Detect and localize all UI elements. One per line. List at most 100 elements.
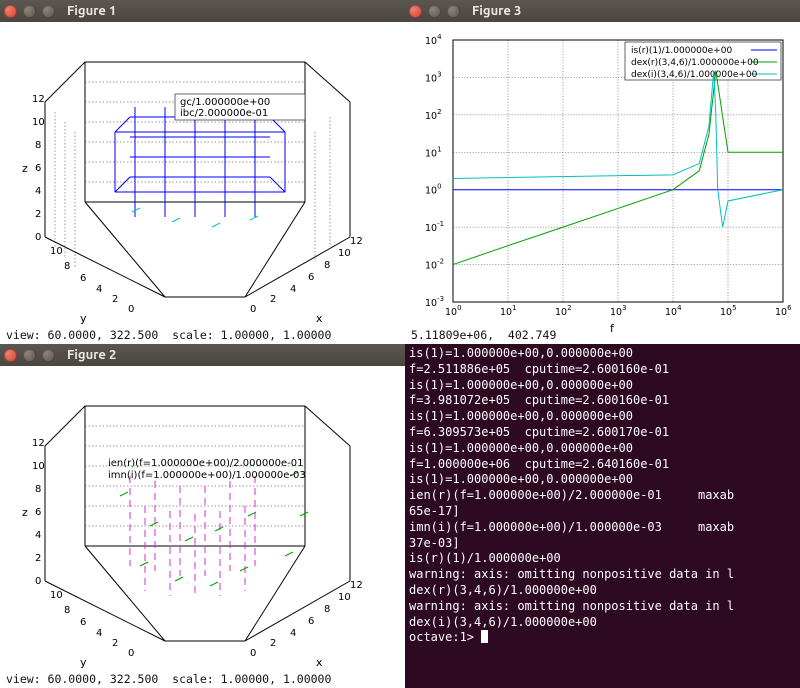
svg-text:12: 12 xyxy=(350,580,363,591)
figure-2-title: Figure 2 xyxy=(67,348,116,362)
close-icon[interactable] xyxy=(4,349,17,362)
fig2-caption-1: ien(r)(f=1.000000e+00)/2.000000e-01 xyxy=(108,458,303,469)
figure-1-status: view: 60.0000, 322.500 scale: 1.00000, 1… xyxy=(6,328,331,342)
fig3-legend-c: dex(i)(3,4,6)/1.000000e+00 xyxy=(631,70,758,80)
figure-3-plot[interactable]: 100 101 102 103 104 105 106 10-3 10-2 10-1 100 101… xyxy=(405,22,800,344)
maximize-icon[interactable] xyxy=(447,5,460,18)
svg-text:2: 2 xyxy=(112,294,118,305)
svg-text:10: 10 xyxy=(50,246,63,257)
close-icon[interactable] xyxy=(409,5,422,18)
svg-text:6: 6 xyxy=(80,617,86,628)
figure-1-svg: 0 2 4 6 8 10 12 10 8 6 4 2 0 0 2 4 6 8 1… xyxy=(0,22,405,344)
svg-text:104: 104 xyxy=(665,304,682,318)
fig2-zlabel: z xyxy=(22,506,28,519)
svg-text:6: 6 xyxy=(308,616,314,627)
svg-text:6: 6 xyxy=(35,163,41,174)
fig1-ylabel: y xyxy=(80,312,87,325)
figure-2-svg: 0 2 4 6 8 10 12 10 8 6 4 2 0 0 2 4 6 8 1… xyxy=(0,366,405,688)
svg-text:2: 2 xyxy=(35,553,41,564)
figure-1-plot[interactable]: 0 2 4 6 8 10 12 10 8 6 4 2 0 0 2 4 6 8 1… xyxy=(0,22,405,344)
figure-2-plot[interactable]: 0 2 4 6 8 10 12 10 8 6 4 2 0 0 2 4 6 8 1… xyxy=(0,366,405,688)
svg-text:8: 8 xyxy=(35,140,41,151)
fig1-xlabel: x xyxy=(316,312,323,325)
svg-text:8: 8 xyxy=(64,605,70,616)
maximize-icon[interactable] xyxy=(42,5,55,18)
svg-text:106: 106 xyxy=(775,304,792,318)
svg-text:101: 101 xyxy=(500,304,517,318)
svg-text:0: 0 xyxy=(128,304,134,315)
svg-text:12: 12 xyxy=(350,236,363,247)
svg-text:0: 0 xyxy=(128,648,134,659)
svg-text:4: 4 xyxy=(35,186,41,197)
fig1-legend-2: ibc/2.000000e-01 xyxy=(180,108,268,119)
figure-3-status: 5.11809e+06, 402.749 xyxy=(411,328,556,342)
svg-text:0: 0 xyxy=(35,576,41,587)
svg-text:104: 104 xyxy=(425,33,442,47)
figure-2-status: view: 60.0000, 322.500 scale: 1.00000, 1… xyxy=(6,672,331,686)
figure-1-window: Figure 1 xyxy=(0,0,405,344)
svg-text:4: 4 xyxy=(96,284,102,295)
svg-text:0: 0 xyxy=(250,648,256,659)
terminal-output: is(1)=1.000000e+00,0.000000e+00 f=2.5118… xyxy=(405,344,800,648)
svg-text:10-2: 10-2 xyxy=(425,258,444,272)
figure-1-titlebar[interactable]: Figure 1 xyxy=(0,0,405,22)
svg-text:8: 8 xyxy=(64,261,70,272)
svg-text:10: 10 xyxy=(338,592,351,603)
svg-text:103: 103 xyxy=(425,70,442,84)
svg-text:4: 4 xyxy=(290,628,296,639)
svg-text:4: 4 xyxy=(35,530,41,541)
figure-3-titlebar[interactable]: Figure 3 xyxy=(405,0,800,22)
svg-text:101: 101 xyxy=(425,145,442,159)
fig2-ylabel: y xyxy=(80,656,87,669)
fig3-legend: is(r)(1)/1.000000e+00 dex(r)(3,4,6)/1.00… xyxy=(625,42,781,80)
svg-text:6: 6 xyxy=(35,507,41,518)
figure-1-title: Figure 1 xyxy=(67,4,116,18)
svg-text:102: 102 xyxy=(555,304,572,318)
figure-3-window: Figure 3 100101102103104105106 10-310-21… xyxy=(405,0,800,344)
svg-text:100: 100 xyxy=(445,304,462,318)
terminal-window[interactable]: is(1)=1.000000e+00,0.000000e+00 f=2.5118… xyxy=(405,344,800,688)
fig3-xlabel: f xyxy=(610,322,615,335)
svg-text:10: 10 xyxy=(338,248,351,259)
svg-text:105: 105 xyxy=(720,304,737,318)
svg-text:0: 0 xyxy=(35,232,41,243)
close-icon[interactable] xyxy=(4,5,17,18)
svg-text:2: 2 xyxy=(112,638,118,649)
svg-text:2: 2 xyxy=(270,294,276,305)
svg-text:2: 2 xyxy=(270,638,276,649)
maximize-icon[interactable] xyxy=(42,349,55,362)
figure-2-titlebar[interactable]: Figure 2 xyxy=(0,344,405,366)
terminal-cursor xyxy=(481,630,488,643)
minimize-icon[interactable] xyxy=(23,5,36,18)
svg-text:10: 10 xyxy=(50,590,63,601)
svg-text:8: 8 xyxy=(324,260,330,271)
svg-text:6: 6 xyxy=(308,272,314,283)
svg-text:4: 4 xyxy=(290,284,296,295)
fig3-legend-b: dex(r)(3,4,6)/1.000000e+00 xyxy=(631,58,759,68)
svg-text:10-1: 10-1 xyxy=(425,220,444,234)
figure-3-title: Figure 3 xyxy=(472,4,521,18)
svg-text:0: 0 xyxy=(250,304,256,315)
svg-text:12: 12 xyxy=(32,94,45,105)
minimize-icon[interactable] xyxy=(428,5,441,18)
svg-text:10: 10 xyxy=(32,461,45,472)
fig1-legend-1: gc/1.000000e+00 xyxy=(180,97,270,108)
minimize-icon[interactable] xyxy=(23,349,36,362)
figure-3-svg: 100 101 102 103 104 105 106 10-3 10-2 10-1 100 101… xyxy=(405,22,800,344)
svg-text:4: 4 xyxy=(96,628,102,639)
svg-text:10: 10 xyxy=(32,117,45,128)
svg-text:12: 12 xyxy=(32,438,45,449)
fig1-zlabel: z xyxy=(22,162,28,175)
figure-2-window: Figure 2 xyxy=(0,344,405,688)
svg-text:8: 8 xyxy=(324,604,330,615)
svg-text:8: 8 xyxy=(35,484,41,495)
svg-text:2: 2 xyxy=(35,209,41,220)
svg-text:10-3: 10-3 xyxy=(425,295,444,309)
svg-text:103: 103 xyxy=(610,304,627,318)
svg-text:6: 6 xyxy=(80,273,86,284)
svg-text:100: 100 xyxy=(425,183,442,197)
fig3-legend-a: is(r)(1)/1.000000e+00 xyxy=(631,46,732,56)
fig2-caption-2: imn(i)(f=1.000000e+00)/1.000000e-03 xyxy=(108,470,306,481)
fig2-xlabel: x xyxy=(316,656,323,669)
svg-text:102: 102 xyxy=(425,108,442,122)
